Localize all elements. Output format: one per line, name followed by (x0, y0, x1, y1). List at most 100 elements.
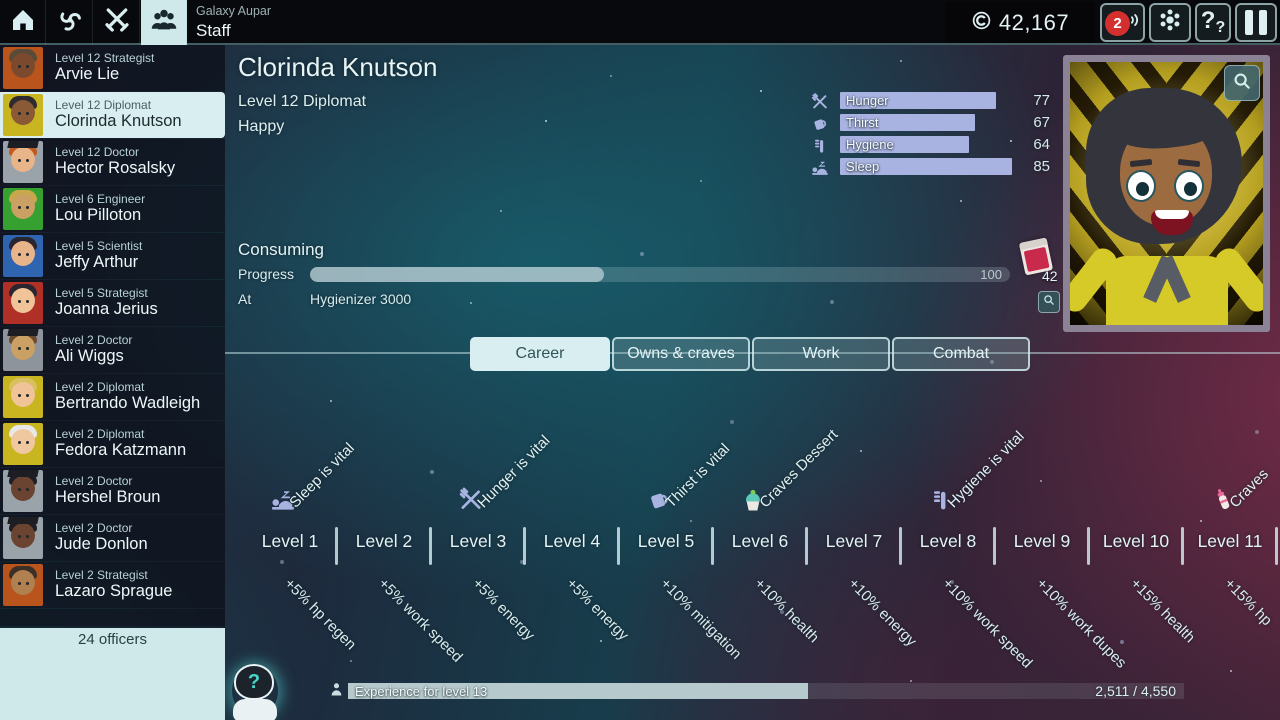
officer-avatar (3, 94, 43, 136)
officer-portrait (1070, 62, 1263, 325)
notification-badge: 2 (1105, 11, 1130, 36)
stat-bar-hygiene: Hygiene (840, 136, 969, 153)
level-separator (1275, 527, 1278, 565)
at-label: At (238, 291, 251, 307)
officer-level-class: Level 6 Engineer (55, 193, 145, 207)
credits-amount: 42,167 (999, 10, 1069, 36)
career-level-label: Level 7 (807, 531, 901, 552)
officer-name: Hershel Broun (55, 488, 160, 507)
consume-progress-bar: 100 (310, 267, 1010, 282)
officer-name: Bertrando Wadleigh (55, 394, 200, 413)
staff-icon (149, 5, 179, 40)
officer-avatar (3, 329, 43, 371)
career-perk-label: +10% energy (845, 575, 920, 650)
tab-career[interactable]: Career (470, 337, 610, 371)
officer-avatar (3, 47, 43, 89)
pause-button[interactable] (1235, 3, 1277, 42)
career-milestone-label: Thirst is vital (662, 440, 734, 512)
nav-tab-battle[interactable] (94, 0, 140, 45)
home-icon (8, 5, 38, 40)
stat-bar-hunger: Hunger (840, 92, 996, 109)
question-mark-icon: ? (236, 671, 272, 694)
career-perk-label: +10% health (751, 575, 822, 646)
officer-list-item[interactable]: Level 12 Strategist Arvie Lie (0, 45, 225, 91)
officer-list-item[interactable]: Level 2 Doctor Hershel Broun (0, 468, 225, 514)
portrait-eye (1126, 170, 1156, 202)
officer-name: Fedora Katzmann (55, 441, 186, 460)
officer-avatar (3, 564, 43, 606)
game-screen: CareerOwns & cravesWorkCombat Clorinda K… (0, 0, 1280, 720)
officer-level-class: Level 5 Strategist (55, 287, 158, 301)
officer-list-item[interactable]: Level 6 Engineer Lou Pilloton (0, 186, 225, 232)
sleep-icon (810, 158, 830, 178)
stat-label: Thirst (846, 115, 879, 130)
officer-avatar (3, 470, 43, 512)
officer-list-item[interactable]: Level 12 Diplomat Clorinda Knutson (0, 92, 225, 138)
experience-bar-label: Experience for level 13 (355, 684, 487, 699)
robot-head: ? (234, 664, 274, 700)
nav-tab-staff[interactable] (141, 0, 187, 45)
view-title: Galaxy Aupar Staff (196, 4, 271, 41)
credits-display: 42,167 (945, 2, 1095, 43)
career-perk-label: +10% work dupes (1033, 575, 1130, 672)
officer-name: Lou Pilloton (55, 206, 145, 225)
portrait-zoom-button[interactable] (1224, 65, 1260, 101)
officer-level-class: Level 12 Strategist (55, 52, 154, 66)
officer-level-class: Level 2 Diplomat (55, 428, 186, 442)
officer-detail-title: Level 12 Diplomat (238, 93, 366, 111)
drink-icon (810, 114, 830, 134)
officer-list-item[interactable]: Level 2 Diplomat Bertrando Wadleigh (0, 374, 225, 420)
career-level-label: Level 5 (619, 531, 713, 552)
top-bar: Galaxy Aupar Staff 42,167 2 ?? (0, 0, 1280, 45)
officer-avatar (3, 423, 43, 465)
officer-level-class: Level 2 Doctor (55, 475, 160, 489)
pause-icon (1259, 10, 1267, 35)
officer-list-item[interactable]: Level 2 Strategist Lazaro Sprague (0, 562, 225, 608)
officer-avatar (3, 235, 43, 277)
officer-list-panel: Level 12 Strategist Arvie Lie Level 12 D… (0, 45, 225, 628)
career-level-label: Level 2 (337, 531, 431, 552)
officer-name: Clorinda Knutson (55, 112, 182, 131)
inspect-item-button[interactable] (1038, 291, 1060, 313)
officer-name: Joanna Jerius (55, 300, 158, 319)
officer-level-class: Level 2 Doctor (55, 334, 132, 348)
officer-list-item[interactable]: Level 12 Doctor Hector Rosalsky (0, 139, 225, 185)
notifications-button[interactable]: 2 (1100, 3, 1145, 42)
stat-value: 64 (1014, 136, 1050, 153)
officer-avatar (3, 282, 43, 324)
career-level-label: Level 9 (995, 531, 1089, 552)
officer-name: Jeffy Arthur (55, 253, 142, 272)
tab-owns-craves[interactable]: Owns & craves (612, 337, 750, 371)
officer-list-item[interactable]: Level 2 Doctor Jude Donlon (0, 515, 225, 561)
help-button[interactable]: ?? (1195, 3, 1231, 42)
nav-tab-galaxy[interactable] (47, 0, 93, 45)
career-perk-label: +5% energy (563, 575, 632, 644)
career-perk-label: +5% energy (469, 575, 538, 644)
stat-value: 85 (1014, 158, 1050, 175)
career-level-label: Level 8 (901, 531, 995, 552)
officer-avatar (3, 188, 43, 230)
officer-list-item[interactable]: Level 2 Doctor Ali Wiggs (0, 327, 225, 373)
officer-name: Hector Rosalsky (55, 159, 175, 178)
tab-work[interactable]: Work (752, 337, 890, 371)
galaxy-name: Galaxy Aupar (196, 4, 271, 20)
nav-tab-home[interactable] (0, 0, 46, 45)
credits-icon (971, 10, 992, 36)
officer-list-item[interactable]: Level 5 Strategist Joanna Jerius (0, 280, 225, 326)
officer-avatar (3, 141, 43, 183)
officer-level-class: Level 12 Diplomat (55, 99, 182, 113)
officer-detail-mood: Happy (238, 118, 284, 136)
utensils-icon (810, 92, 830, 112)
career-milestone-label: Craves Dessert (756, 426, 842, 512)
settings-button[interactable] (1149, 3, 1191, 42)
career-perk-label: +10% work speed (939, 575, 1036, 672)
career-level-label: Level 4 (525, 531, 619, 552)
magnifier-icon (1042, 293, 1056, 312)
tab-combat[interactable]: Combat (892, 337, 1030, 371)
settings-flower-icon (1157, 7, 1183, 38)
tutorial-robot-button[interactable]: ? (224, 662, 286, 720)
officer-list-item[interactable]: Level 2 Diplomat Fedora Katzmann (0, 421, 225, 467)
progress-label: Progress (238, 266, 294, 282)
officer-list-item[interactable]: Level 5 Scientist Jeffy Arthur (0, 233, 225, 279)
officer-filter-panel: 24 officers Abc (0, 628, 225, 720)
